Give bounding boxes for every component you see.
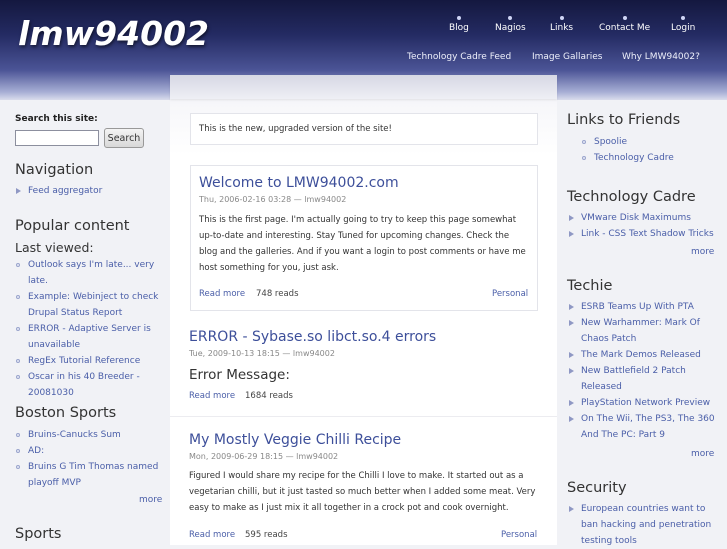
triangle-bullet-icon <box>569 304 574 310</box>
sports-title: Sports <box>15 526 62 542</box>
triangle-bullet-icon <box>569 231 574 237</box>
nav-image-gallaries[interactable]: Image Gallaries <box>532 52 602 62</box>
list-item[interactable]: Example: Webinject to check Drupal Statu… <box>14 289 164 321</box>
techie-title: Techie <box>567 278 613 294</box>
read-count: 595 reads <box>245 530 288 540</box>
list-item[interactable]: New Battlefield 2 Patch Released <box>567 363 717 395</box>
list-item[interactable]: The Mark Demos Released <box>567 347 717 363</box>
read-more-link[interactable]: Read more <box>199 289 245 299</box>
search-input[interactable] <box>15 130 99 146</box>
post-title[interactable]: ERROR - Sybase.so libct.so.4 errors <box>189 329 436 345</box>
triangle-bullet-icon <box>569 215 574 221</box>
security-title: Security <box>567 480 627 496</box>
notice-text: This is the new, upgraded version of the… <box>199 124 392 134</box>
post-welcome: Welcome to LMW94002.com Thu, 2006-02-16 … <box>190 165 538 311</box>
bullet-icon <box>16 375 20 379</box>
category-link[interactable]: Personal <box>501 530 537 540</box>
category-link[interactable]: Personal <box>492 289 528 299</box>
post-title[interactable]: Welcome to LMW94002.com <box>199 175 399 191</box>
triangle-bullet-icon <box>569 320 574 326</box>
list-item[interactable]: Technology Cadre <box>580 150 720 166</box>
post-body: Figured I would share my recipe for the … <box>189 471 536 513</box>
list-item[interactable]: RegEx Tutorial Reference <box>14 353 164 369</box>
list-item[interactable]: Spoolie <box>580 134 720 150</box>
post-divider <box>170 416 557 417</box>
bullet-icon <box>16 327 20 331</box>
nav-login[interactable]: Login <box>671 16 695 33</box>
search-label: Search this site: <box>15 114 98 124</box>
technology-cadre-list: VMware Disk Maximums Link - CSS Text Sha… <box>567 210 727 242</box>
post-meta: Mon, 2009-06-29 18:15 — lmw94002 <box>189 452 339 461</box>
list-item[interactable]: Bruins G Tim Thomas named playoff MVP <box>14 459 164 491</box>
bullet-icon <box>16 449 20 453</box>
nav-nagios[interactable]: Nagios <box>495 16 526 33</box>
post-meta: Tue, 2009-10-13 18:15 — lmw94002 <box>189 349 335 358</box>
read-count: 1684 reads <box>245 391 293 401</box>
nav-links[interactable]: Links <box>550 16 573 33</box>
list-item[interactable]: Bruins-Canucks Sum <box>14 427 164 443</box>
boston-sports-more-link[interactable]: more <box>139 495 162 505</box>
boston-sports-list: Bruins-Canucks Sum AD: Bruins G Tim Thom… <box>14 427 164 491</box>
nav-why-lmw94002[interactable]: Why LMW94002? <box>622 52 700 62</box>
nav-dot-icon <box>508 16 513 20</box>
bullet-icon <box>582 156 586 160</box>
triangle-bullet-icon <box>569 368 574 374</box>
nav-technology-cadre-feed[interactable]: Technology Cadre Feed <box>407 52 511 62</box>
list-item[interactable]: AD: <box>14 443 164 459</box>
security-list: European countries want to ban hacking a… <box>567 501 717 549</box>
list-item[interactable]: PlayStation Network Preview <box>567 395 717 411</box>
main-content: This is the new, upgraded version of the… <box>170 75 557 545</box>
sidebar-item-feed-aggregator[interactable]: Feed aggregator <box>14 183 102 199</box>
list-item[interactable]: Link - CSS Text Shadow Tricks <box>567 226 727 242</box>
popular-subtitle: Last viewed: <box>15 240 94 255</box>
triangle-bullet-icon <box>569 400 574 406</box>
bullet-icon <box>582 140 586 144</box>
list-item[interactable]: New Warhammer: Mark Of Chaos Patch <box>567 315 717 347</box>
techie-more-link[interactable]: more <box>691 449 714 459</box>
read-count: 748 reads <box>256 289 299 299</box>
popular-list: Outlook says I'm late... very late. Exam… <box>14 257 164 401</box>
bullet-icon <box>16 359 20 363</box>
site-logo[interactable]: lmw94002 <box>18 14 209 53</box>
triangle-bullet-icon <box>569 416 574 422</box>
techie-list: ESRB Teams Up With PTA New Warhammer: Ma… <box>567 299 717 443</box>
nav-blog[interactable]: Blog <box>449 16 469 33</box>
list-item[interactable]: European countries want to ban hacking a… <box>567 501 717 549</box>
post-meta: Thu, 2006-02-16 03:28 — lmw94002 <box>199 195 347 204</box>
list-item[interactable]: ERROR - Adaptive Server is unavailable <box>14 321 164 353</box>
navigation-list: Feed aggregator <box>14 183 102 199</box>
boston-sports-title: Boston Sports <box>15 405 117 421</box>
search-button[interactable]: Search <box>104 128 144 148</box>
technology-cadre-title: Technology Cadre <box>567 189 696 205</box>
notice-box: This is the new, upgraded version of the… <box>190 113 538 145</box>
nav-dot-icon <box>456 16 461 20</box>
list-item[interactable]: Outlook says I'm late... very late. <box>14 257 164 289</box>
nav-dot-icon <box>559 16 564 20</box>
bullet-icon <box>16 263 20 267</box>
post-body: This is the first page. I'm actually goi… <box>199 215 526 273</box>
navigation-title: Navigation <box>15 162 94 178</box>
popular-content-title: Popular content <box>15 218 130 234</box>
bullet-icon <box>16 465 20 469</box>
main-topbar <box>170 75 557 99</box>
list-item[interactable]: VMware Disk Maximums <box>567 210 727 226</box>
friends-list: Spoolie Technology Cadre <box>580 134 720 166</box>
triangle-bullet-icon <box>569 352 574 358</box>
read-more-link[interactable]: Read more <box>189 391 235 401</box>
list-item[interactable]: ESRB Teams Up With PTA <box>567 299 717 315</box>
bullet-icon <box>16 433 20 437</box>
triangle-bullet-icon <box>569 506 574 512</box>
post-title[interactable]: My Mostly Veggie Chilli Recipe <box>189 432 401 448</box>
list-item[interactable]: Oscar in his 40 Breeder - 20081030 <box>14 369 164 401</box>
list-item[interactable]: On The Wii, The PS3, The 360 And The PC:… <box>567 411 717 443</box>
technology-cadre-more-link[interactable]: more <box>691 247 714 257</box>
triangle-bullet-icon <box>16 188 21 194</box>
post-heading: Error Message: <box>189 367 290 383</box>
nav-dot-icon <box>681 16 686 20</box>
nav-contact-me[interactable]: Contact Me <box>599 16 650 33</box>
read-more-link[interactable]: Read more <box>189 530 235 540</box>
links-to-friends-title: Links to Friends <box>567 112 681 128</box>
nav-dot-icon <box>622 16 627 20</box>
bullet-icon <box>16 295 20 299</box>
